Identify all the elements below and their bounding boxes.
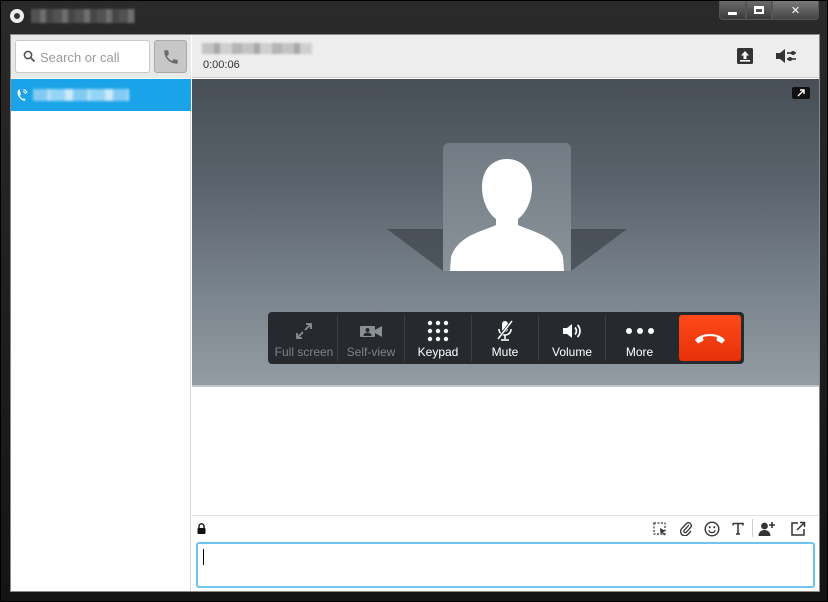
call-timer: 0:00:06 bbox=[203, 59, 240, 71]
window-controls: ✕ bbox=[719, 1, 819, 21]
end-call-button[interactable] bbox=[679, 315, 741, 361]
speaker-settings-icon bbox=[776, 49, 796, 63]
fullscreen-button[interactable]: Full screen bbox=[271, 315, 338, 361]
search-box[interactable] bbox=[15, 40, 150, 73]
default-person-icon bbox=[443, 143, 571, 271]
keypad-label: Keypad bbox=[417, 345, 459, 359]
message-input[interactable] bbox=[196, 542, 815, 588]
share-screen-button[interactable] bbox=[734, 46, 756, 66]
text-cursor bbox=[203, 549, 204, 565]
caller-avatar bbox=[443, 143, 571, 271]
call-panel: 0:00:06 Full screen Self-view Keypad Mut… bbox=[192, 35, 819, 591]
lock-icon bbox=[197, 523, 206, 534]
more-label: More bbox=[625, 345, 654, 359]
close-button[interactable]: ✕ bbox=[772, 1, 819, 20]
sidebar bbox=[11, 35, 191, 591]
caller-name-redacted bbox=[202, 43, 312, 54]
search-input[interactable] bbox=[40, 48, 146, 66]
keypad-button[interactable]: Keypad bbox=[405, 315, 472, 361]
close-icon: ✕ bbox=[790, 3, 801, 17]
search-icon bbox=[23, 50, 35, 62]
ellipsis-icon bbox=[625, 328, 654, 334]
camera-icon bbox=[360, 326, 382, 337]
contact-list-item[interactable] bbox=[11, 79, 191, 111]
call-button[interactable] bbox=[154, 40, 187, 73]
volume-label: Volume bbox=[551, 345, 593, 359]
app-logo-icon bbox=[10, 9, 24, 23]
search-bar bbox=[11, 35, 191, 78]
selfview-label: Self-view bbox=[346, 345, 396, 359]
attach-file-button[interactable] bbox=[677, 520, 695, 537]
fullscreen-label: Full screen bbox=[274, 345, 334, 359]
contact-name-redacted bbox=[33, 89, 129, 101]
attachment-icon bbox=[679, 522, 692, 536]
chat-toolbar bbox=[192, 515, 819, 539]
phone-icon bbox=[163, 49, 178, 64]
expand-arrow-icon bbox=[797, 89, 805, 97]
mute-label: Mute bbox=[491, 345, 519, 359]
window-title-redacted bbox=[31, 9, 135, 23]
chat-history bbox=[192, 389, 819, 515]
speaker-icon bbox=[563, 324, 581, 338]
microphone-muted-icon bbox=[496, 320, 514, 341]
video-view: Full screen Self-view Keypad Mute Volume… bbox=[192, 79, 819, 387]
popout-chat-button[interactable] bbox=[789, 520, 807, 537]
screen-capture-button[interactable] bbox=[651, 520, 669, 537]
title-bar[interactable]: ✕ bbox=[1, 1, 827, 31]
add-participant-button[interactable] bbox=[758, 520, 776, 537]
add-participant-icon bbox=[758, 521, 775, 536]
emoticon-button[interactable] bbox=[703, 520, 721, 537]
volume-button[interactable]: Volume bbox=[539, 315, 606, 361]
mute-button[interactable]: Mute bbox=[472, 315, 539, 361]
maximize-button[interactable] bbox=[746, 1, 772, 20]
keypad-icon bbox=[427, 320, 449, 342]
selfview-button[interactable]: Self-view bbox=[338, 315, 405, 361]
audio-settings-button[interactable] bbox=[775, 46, 797, 66]
call-controls-bar: Full screen Self-view Keypad Mute Volume… bbox=[268, 312, 744, 364]
phone-call-icon bbox=[17, 89, 28, 101]
screen-capture-icon bbox=[653, 521, 666, 535]
popout-video-button[interactable] bbox=[792, 87, 810, 99]
app-window: ✕ Search or call 0:00:06 Full screen Sel… bbox=[0, 0, 828, 602]
client-area: 0:00:06 bbox=[10, 34, 820, 592]
upload-share-icon bbox=[737, 48, 753, 64]
more-button[interactable]: More bbox=[606, 315, 673, 361]
toolbar-divider bbox=[752, 519, 753, 537]
text-format-icon bbox=[732, 522, 744, 535]
hang-up-icon bbox=[695, 334, 725, 344]
emoticon-icon bbox=[704, 520, 720, 537]
maximize-icon bbox=[754, 6, 764, 14]
popout-icon bbox=[791, 521, 806, 536]
call-header: 0:00:06 bbox=[192, 35, 819, 78]
expand-arrows-icon bbox=[296, 323, 312, 339]
minimize-icon bbox=[728, 11, 737, 15]
text-format-button[interactable] bbox=[729, 520, 747, 537]
minimize-button[interactable] bbox=[719, 1, 746, 20]
